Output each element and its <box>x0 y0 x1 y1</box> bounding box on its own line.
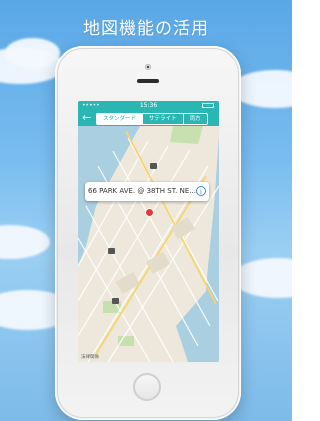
legal-link[interactable]: 法律関係 <box>81 354 99 360</box>
status-bar: ••••• 15:36 <box>78 101 219 110</box>
camera-icon <box>145 64 151 70</box>
callout-address: 66 PARK AVE. @ 38TH ST. NE... <box>88 187 196 195</box>
home-button[interactable] <box>133 373 161 401</box>
status-time: 15:36 <box>139 102 158 109</box>
iphone-frame: ••••• 15:36 ← スタンダード サテライト 両方 66 PARK AV… <box>55 46 241 420</box>
app-store-promo: 地図機能の活用 ••••• 15:36 ← スタンダード サテライト 両方 66… <box>0 0 292 421</box>
tab-satellite[interactable]: サテライト <box>142 114 184 124</box>
back-arrow-icon[interactable]: ← <box>82 111 91 125</box>
info-icon[interactable]: i <box>196 186 206 196</box>
address-callout[interactable]: 66 PARK AVE. @ 38TH ST. NE... i <box>85 182 209 201</box>
tab-hybrid[interactable]: 両方 <box>184 114 207 124</box>
map-navbar: ← スタンダード サテライト 両方 <box>78 110 219 126</box>
tab-standard[interactable]: スタンダード <box>97 114 143 124</box>
speaker-grille <box>137 79 159 83</box>
battery-icon <box>202 103 214 108</box>
promo-title: 地図機能の活用 <box>83 19 209 39</box>
map-type-segmented-control: スタンダード サテライト 両方 <box>96 113 208 125</box>
phone-screen: ••••• 15:36 ← スタンダード サテライト 両方 66 PARK AV… <box>78 101 219 362</box>
cloud <box>5 38 60 68</box>
location-pin-icon[interactable] <box>146 209 153 216</box>
map-view[interactable] <box>78 126 219 362</box>
